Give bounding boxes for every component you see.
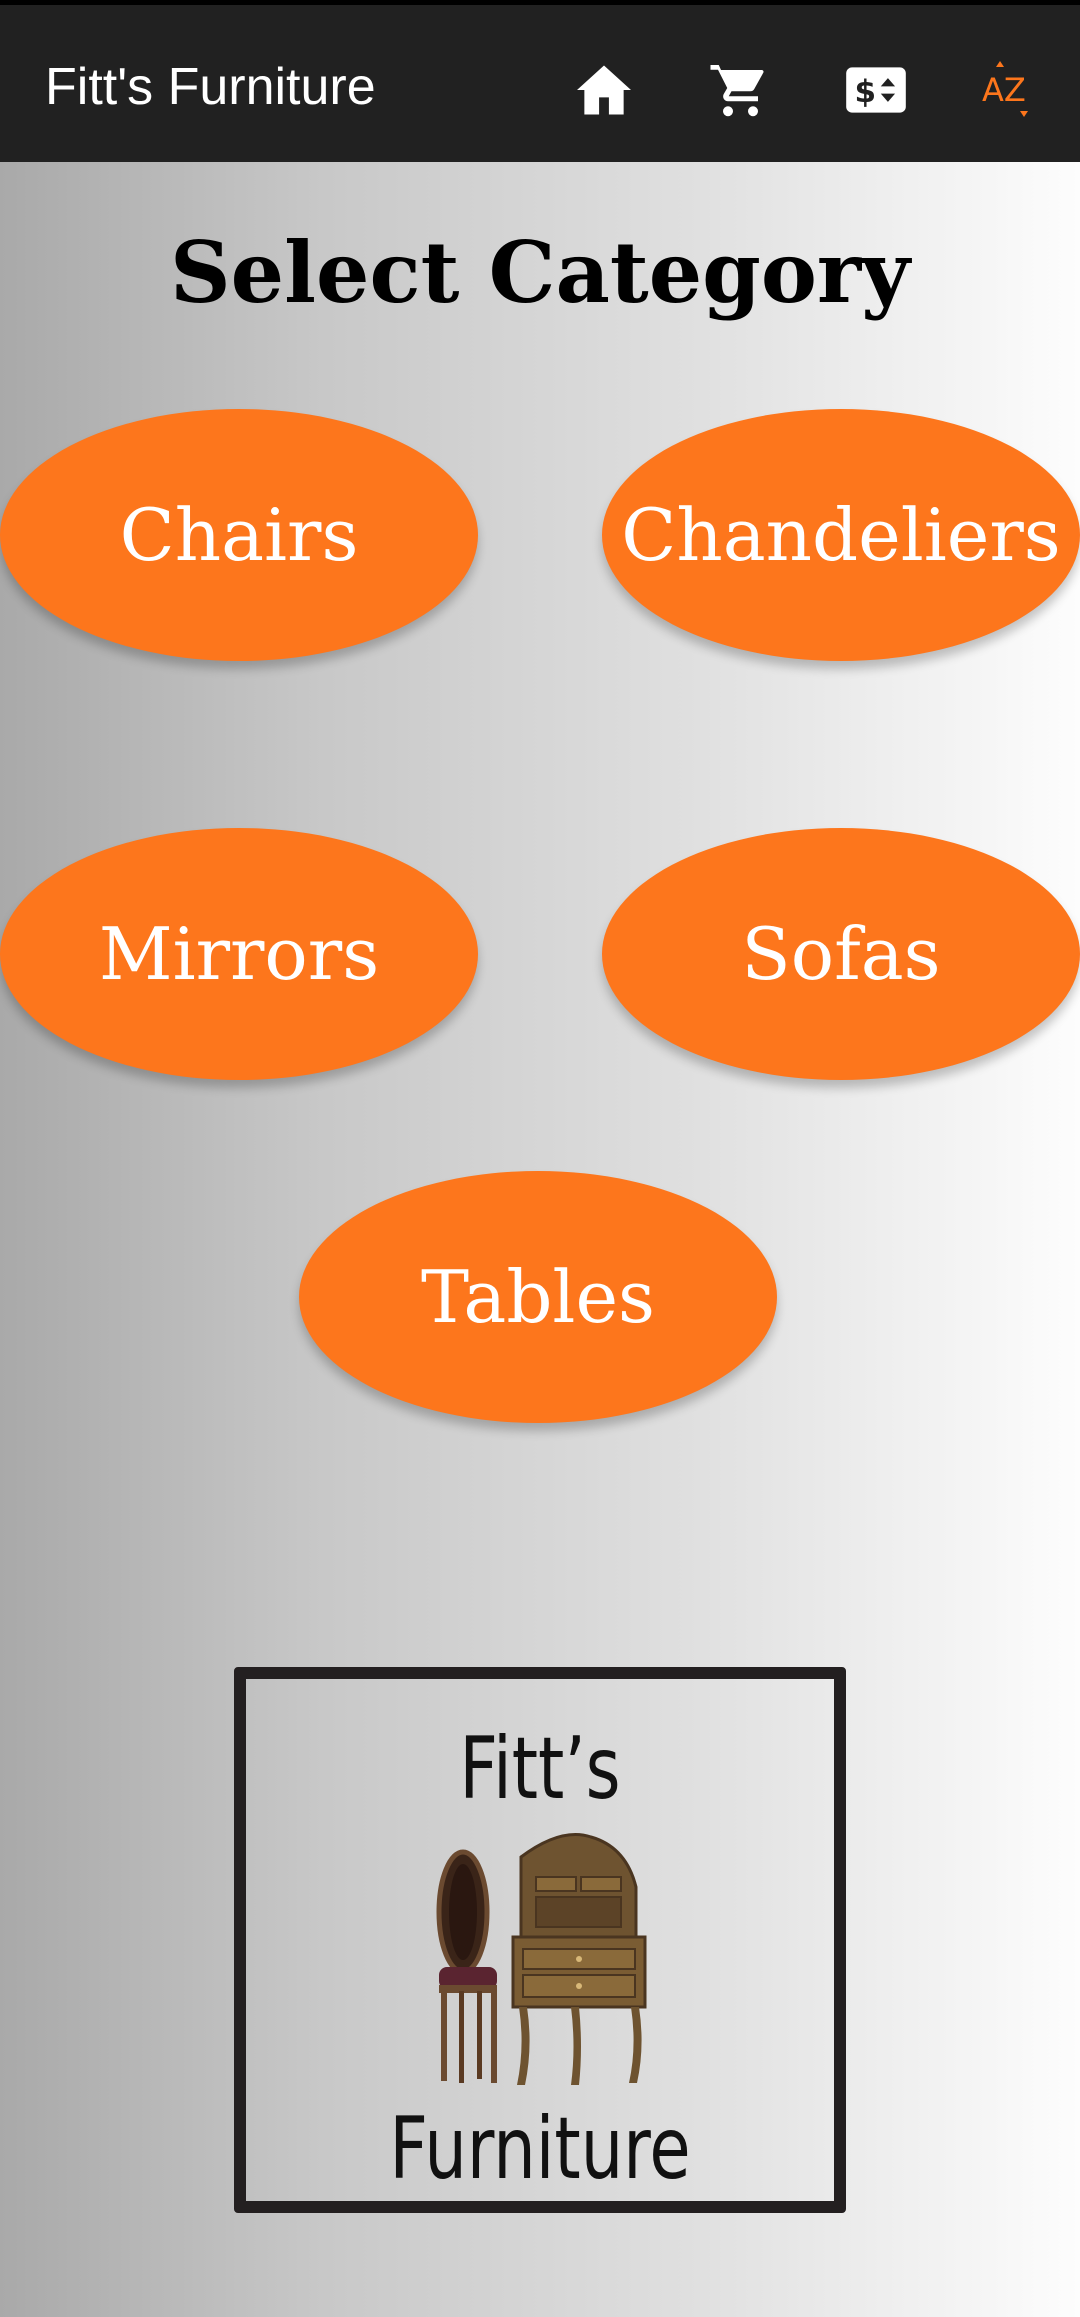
- cart-icon[interactable]: [698, 50, 778, 130]
- logo-text-top: Fitt’s: [459, 1719, 621, 1819]
- category-button-tables[interactable]: Tables: [299, 1171, 777, 1423]
- sort-label: AZ: [982, 71, 1026, 109]
- furniture-illustration: [436, 1833, 647, 2085]
- brand-logo: Fitt’s Furniture: [234, 1667, 846, 2213]
- category-button-sofas[interactable]: Sofas: [602, 828, 1080, 1080]
- sort-az-icon[interactable]: AZ: [972, 50, 1052, 130]
- svg-text:$: $: [854, 74, 876, 110]
- money-icon[interactable]: $: [836, 50, 916, 130]
- category-button-chandeliers[interactable]: Chandeliers: [602, 409, 1080, 661]
- category-button-mirrors[interactable]: Mirrors: [0, 828, 478, 1080]
- app-bar: Fitt's Furniture $ AZ: [0, 5, 1080, 162]
- app-title: Fitt's Furniture: [45, 58, 376, 116]
- category-button-chairs[interactable]: Chairs: [0, 409, 478, 661]
- page-title: Select Category: [169, 223, 910, 322]
- logo-text-bottom: Furniture: [389, 2099, 691, 2199]
- home-icon[interactable]: [564, 50, 644, 130]
